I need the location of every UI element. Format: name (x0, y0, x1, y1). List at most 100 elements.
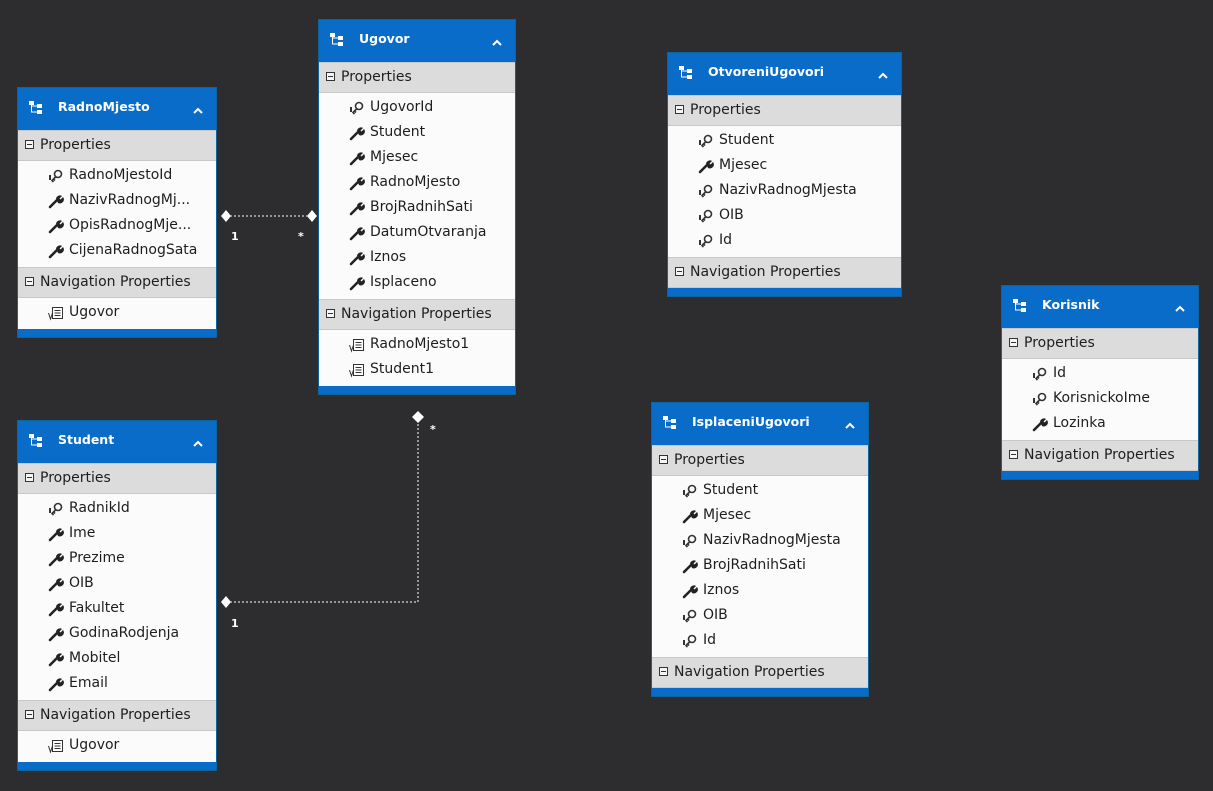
navigation-properties-list: Ugovor (18, 731, 216, 762)
property-row[interactable]: RadnoMjestoId (18, 164, 216, 189)
property-row[interactable]: Student (319, 121, 515, 146)
properties-section-header[interactable]: Properties (18, 463, 216, 494)
entity-ugovor[interactable]: Ugovor Properties UgovorId Student Mjesec Rad… (318, 19, 516, 395)
property-row[interactable]: Student (652, 479, 868, 504)
collapse-section-icon[interactable] (25, 277, 34, 286)
property-row[interactable]: Mjesec (652, 504, 868, 529)
property-row[interactable]: Isplaceno (319, 271, 515, 296)
entity-isplaceniugovori[interactable]: IsplaceniUgovori Properties Student Mjesec N… (651, 402, 869, 697)
entity-type-icon (678, 64, 694, 80)
chevron-up-icon[interactable] (844, 417, 856, 429)
properties-list: UgovorId Student Mjesec RadnoMjesto BrojRadn… (319, 93, 515, 299)
association-student-ugovor[interactable] (221, 411, 424, 608)
collapse-section-icon[interactable] (659, 455, 668, 464)
navigation-properties-section-header[interactable]: Navigation Properties (652, 657, 868, 688)
chevron-up-icon[interactable] (192, 435, 204, 447)
property-row[interactable]: NazivRadnogMj... (18, 189, 216, 214)
collapse-section-icon[interactable] (659, 667, 668, 676)
collapse-section-icon[interactable] (326, 309, 335, 318)
collapse-section-icon[interactable] (25, 140, 34, 149)
property-row[interactable]: Prezime (18, 547, 216, 572)
property-row[interactable]: BrojRadnihSati (319, 196, 515, 221)
property-row[interactable]: Iznos (652, 579, 868, 604)
wrench-icon (48, 652, 64, 667)
navigation-properties-section-header[interactable]: Navigation Properties (319, 299, 515, 330)
entity-header[interactable]: OtvoreniUgovori (668, 53, 901, 95)
property-row[interactable]: Iznos (319, 246, 515, 271)
entity-type-icon (1012, 297, 1028, 313)
property-row[interactable]: Id (668, 229, 901, 254)
collapse-section-icon[interactable] (675, 267, 684, 276)
properties-section-header[interactable]: Properties (652, 445, 868, 476)
properties-section-header[interactable]: Properties (319, 62, 515, 93)
property-row[interactable]: Mobitel (18, 647, 216, 672)
property-row[interactable]: KorisnickoIme (1002, 387, 1198, 412)
chevron-up-icon[interactable] (491, 34, 503, 46)
navigation-property-row[interactable]: Ugovor (18, 301, 216, 326)
entity-diagram-canvas: 1 * 1 * RadnoMjesto Properties RadnoMjesto… (0, 0, 1213, 791)
association-radnomjesto-ugovor[interactable] (221, 210, 317, 222)
navigation-property-row[interactable]: Ugovor (18, 734, 216, 759)
multiplicity-label: * (430, 423, 436, 436)
properties-section-header[interactable]: Properties (668, 95, 901, 126)
property-row[interactable]: OIB (652, 604, 868, 629)
navigation-properties-section-header[interactable]: Navigation Properties (668, 257, 901, 288)
entity-header[interactable]: Student (18, 421, 216, 463)
property-row[interactable]: OIB (18, 572, 216, 597)
key-icon (349, 101, 365, 116)
property-row[interactable]: BrojRadnihSati (652, 554, 868, 579)
property-row[interactable]: NazivRadnogMjesta (652, 529, 868, 554)
key-icon (48, 169, 64, 184)
collapse-section-icon[interactable] (1009, 338, 1018, 347)
chevron-up-icon[interactable] (1174, 300, 1186, 312)
wrench-icon (48, 527, 64, 542)
property-row[interactable]: GodinaRodjenja (18, 622, 216, 647)
property-row[interactable]: NazivRadnogMjesta (668, 179, 901, 204)
property-row[interactable]: Mjesec (319, 146, 515, 171)
property-row[interactable]: CijenaRadnogSata (18, 239, 216, 264)
entity-header[interactable]: IsplaceniUgovori (652, 403, 868, 445)
collapse-section-icon[interactable] (675, 105, 684, 114)
entity-radnomjesto[interactable]: RadnoMjesto Properties RadnoMjestoId NazivR… (17, 87, 217, 338)
entity-header[interactable]: RadnoMjesto (18, 88, 216, 130)
property-row[interactable]: OIB (668, 204, 901, 229)
chevron-up-icon[interactable] (192, 102, 204, 114)
properties-section-header[interactable]: Properties (1002, 328, 1198, 359)
key-icon (682, 484, 698, 499)
section-label: Properties (690, 102, 761, 118)
property-row[interactable]: RadnikId (18, 497, 216, 522)
collapse-section-icon[interactable] (25, 473, 34, 482)
property-row[interactable]: Ime (18, 522, 216, 547)
property-row[interactable]: DatumOtvaranja (319, 221, 515, 246)
property-row[interactable]: Lozinka (1002, 412, 1198, 437)
chevron-up-icon[interactable] (877, 67, 889, 79)
properties-section-header[interactable]: Properties (18, 130, 216, 161)
entity-header[interactable]: Ugovor (319, 20, 515, 62)
entity-korisnik[interactable]: Korisnik Properties Id KorisnickoIme Lozinka… (1001, 285, 1199, 480)
collapse-section-icon[interactable] (1009, 450, 1018, 459)
navigation-property-row[interactable]: RadnoMjesto1 (319, 333, 515, 358)
property-row[interactable]: Fakultet (18, 597, 216, 622)
navigation-property-row[interactable]: Student1 (319, 358, 515, 383)
collapse-section-icon[interactable] (25, 710, 34, 719)
wrench-icon (48, 677, 64, 692)
property-name: Ugovor (69, 737, 120, 753)
property-row[interactable]: Student (668, 129, 901, 154)
entity-header[interactable]: Korisnik (1002, 286, 1198, 328)
navigation-properties-section-header[interactable]: Navigation Properties (18, 267, 216, 298)
property-row[interactable]: Id (1002, 362, 1198, 387)
entity-student[interactable]: Student Properties RadnikId Ime Prezime OIB Fa… (17, 420, 217, 771)
navigation-properties-section-header[interactable]: Navigation Properties (1002, 440, 1198, 471)
property-name: NazivRadnogMj... (69, 192, 191, 208)
navigation-properties-section-header[interactable]: Navigation Properties (18, 700, 216, 731)
property-row[interactable]: OpisRadnogMje... (18, 214, 216, 239)
property-row[interactable]: Email (18, 672, 216, 697)
entity-otvoreniugovori[interactable]: OtvoreniUgovori Properties Student Mjesec Na… (667, 52, 902, 297)
property-row[interactable]: RadnoMjesto (319, 171, 515, 196)
entity-body: Properties Student Mjesec NazivRadnogMjesta… (652, 445, 868, 688)
collapse-section-icon[interactable] (326, 72, 335, 81)
property-row[interactable]: UgovorId (319, 96, 515, 121)
property-name: RadnoMjesto (370, 174, 461, 190)
property-row[interactable]: Mjesec (668, 154, 901, 179)
property-row[interactable]: Id (652, 629, 868, 654)
